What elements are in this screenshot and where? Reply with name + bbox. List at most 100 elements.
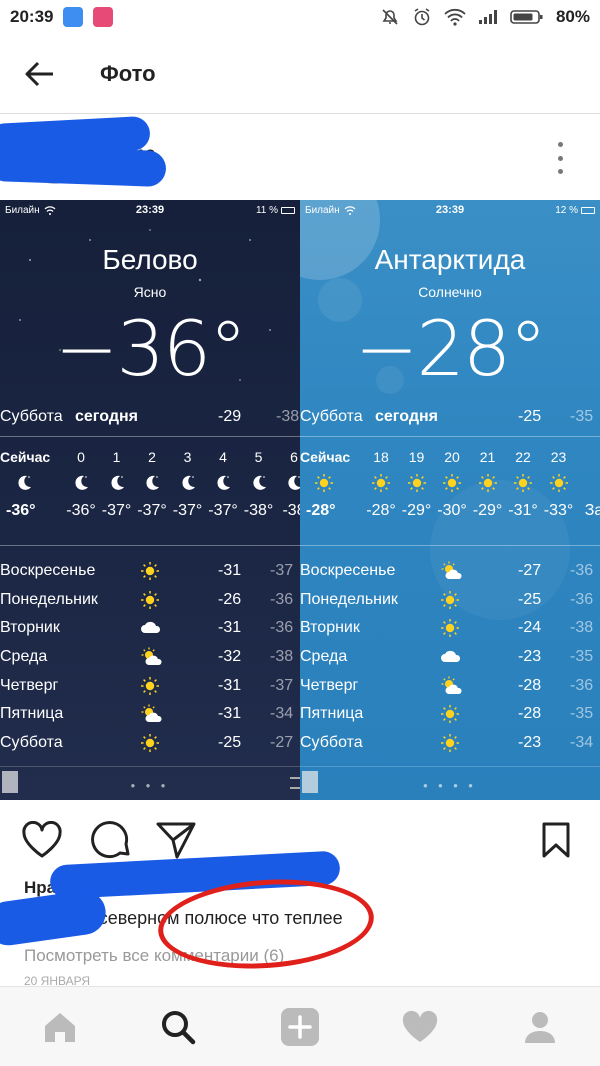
more-options-button[interactable] (550, 142, 570, 174)
nav-profile[interactable] (518, 1005, 562, 1049)
hour-temperature: За (584, 502, 600, 519)
nav-home[interactable] (38, 1005, 82, 1049)
hour-label: 18 (373, 449, 389, 465)
bookmark-icon (542, 822, 570, 858)
day-low: -35 (570, 648, 594, 666)
day-low: -38 (270, 648, 294, 666)
nav-add-post[interactable] (278, 1005, 322, 1049)
day-low: -36 (570, 562, 594, 579)
day-high: -31 (218, 619, 242, 637)
day-name: Пятница (300, 705, 364, 723)
share-button[interactable] (154, 818, 198, 862)
status-bar: 20:39 80% (0, 0, 600, 34)
daily-forecast: Воскресенье -27 -36 Понедельник -25 -36 Вторни… (300, 558, 600, 759)
daily-row: Четверг -31 -37 (0, 673, 300, 702)
sun-icon (140, 676, 160, 701)
list-icon (290, 777, 300, 789)
battery-icon (510, 10, 543, 24)
nav-search[interactable] (156, 1005, 200, 1049)
partly-cloudy-icon (140, 647, 164, 672)
hour-label: 4 (219, 449, 227, 465)
today-tag: сегодня (375, 408, 438, 425)
save-button[interactable] (534, 818, 578, 862)
partly-cloudy-icon (440, 561, 464, 586)
day-low: -36 (570, 590, 594, 608)
heart-icon (22, 821, 62, 858)
nav-activity[interactable] (398, 1005, 442, 1049)
condition-label: Солнечно (418, 284, 482, 300)
sun-icon (473, 466, 503, 500)
sun-icon (440, 590, 460, 615)
hour-temperature: -36° (6, 502, 36, 519)
dot-icon (557, 142, 563, 147)
like-button[interactable] (20, 818, 64, 862)
hourly-forecast: Сейчас -28° 18 -28° 19 -29° 20 -30° 21 -29° 22 -31°… (300, 448, 600, 538)
weather-footer: ● ● ● (0, 766, 300, 800)
hour-label (579, 448, 600, 466)
hour-column: 3 -37° (173, 448, 203, 522)
current-temperature: −36° (54, 304, 247, 393)
today-high: -29 (218, 408, 242, 425)
day-name: Суббота (0, 734, 63, 752)
hour-temperature: -28° (306, 502, 336, 519)
redaction-mark (0, 144, 167, 188)
daily-row: Вторник -31 -36 (0, 615, 300, 644)
day-high: -25 (218, 734, 242, 752)
comment-icon (91, 821, 130, 859)
hour-temperature: -38° (243, 502, 274, 519)
hour-temperature: -36° (66, 502, 96, 519)
daily-row: Суббота -25 -27 (0, 730, 300, 759)
sun-icon (402, 466, 432, 500)
daily-row: Воскресенье -31 -37 (0, 558, 300, 587)
hour-column: 18 -28° (366, 448, 396, 522)
day-high: -23 (518, 734, 542, 752)
comment-button[interactable] (88, 818, 132, 862)
hour-column: 1 -37° (102, 448, 132, 522)
sun-icon (440, 618, 460, 643)
day-high: -28 (518, 705, 542, 723)
embedded-status-bar: Билайн 23:39 11 % (0, 200, 300, 220)
hour-column: 23 -33° (544, 448, 574, 522)
hour-temperature: -38 (282, 502, 300, 519)
weather-footer: ● ● ● ● (300, 766, 600, 800)
hour-column: 21 -29° (473, 448, 503, 522)
hour-temperature: -37° (101, 502, 132, 519)
arrow-left-icon (25, 61, 53, 86)
hour-column: Сейчас -36° (0, 448, 58, 522)
back-button[interactable] (0, 34, 80, 114)
weather-panel-right: Билайн 23:39 12 % Антарктида Солнечно −2… (300, 200, 600, 800)
day-name: Четверг (0, 676, 59, 694)
heart-icon (402, 1010, 438, 1042)
daily-row: Четверг -28 -36 (300, 673, 600, 702)
hour-column: 19 -29° (402, 448, 432, 522)
day-high: -24 (518, 619, 542, 637)
top-app-bar: Фото (0, 34, 600, 114)
day-low: -37 (270, 676, 294, 694)
city-name: Антарктида (374, 244, 526, 275)
hour-label: 0 (77, 449, 85, 465)
hour-label: 5 (254, 449, 263, 465)
day-high: -31 (218, 676, 242, 694)
hour-temperature: -37° (172, 502, 203, 519)
today-summary-row: Суббота сегодня -25 -35 (300, 408, 600, 430)
hour-label: Сейчас (0, 449, 51, 465)
condition-label: Ясно (133, 284, 167, 300)
hour-temperature: -33° (543, 502, 574, 519)
cloud-icon (140, 618, 162, 641)
hour-temperature: -28° (366, 502, 396, 519)
search-icon (162, 1011, 196, 1045)
alarm-icon (414, 8, 430, 26)
moon-icon (173, 466, 203, 500)
page-dots: ● ● ● (130, 781, 170, 790)
day-low: -37 (270, 562, 294, 579)
moon-icon (244, 466, 274, 500)
sun-icon (366, 466, 396, 500)
hour-label: 6 (290, 449, 298, 465)
sun-icon (437, 466, 467, 500)
post-photo[interactable]: Билайн 23:39 11 % Белово Ясно −36° Суббо… (0, 200, 600, 800)
current-temperature: −28° (354, 304, 547, 393)
day-name: Четверг (300, 676, 359, 694)
divider (0, 545, 300, 546)
day-low: -34 (570, 734, 594, 752)
day-high: -32 (218, 648, 242, 666)
